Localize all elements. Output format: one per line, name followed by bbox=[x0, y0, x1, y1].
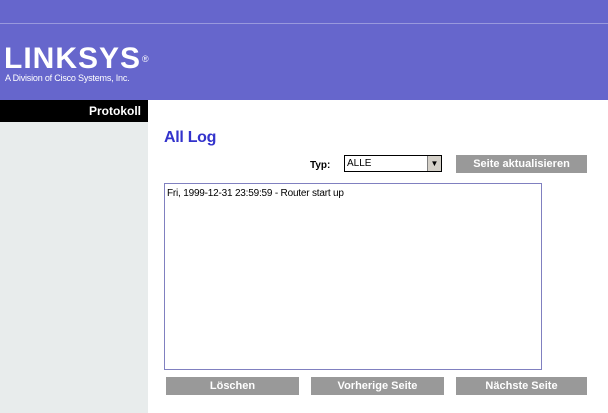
page-title: All Log bbox=[164, 129, 217, 146]
type-select[interactable]: ALLE ▼ bbox=[344, 155, 442, 172]
log-entry: Fri, 1999-12-31 23:59:59 - Router start … bbox=[167, 188, 344, 199]
type-label: Typ: bbox=[310, 160, 331, 171]
linksys-logo: LINKSYS® bbox=[4, 44, 150, 74]
refresh-page-button[interactable]: Seite aktualisieren bbox=[456, 155, 587, 173]
logo-registered-mark: ® bbox=[142, 54, 150, 64]
sidebar bbox=[0, 100, 148, 413]
previous-page-button[interactable]: Vorherige Seite bbox=[311, 377, 444, 395]
log-list[interactable]: Fri, 1999-12-31 23:59:59 - Router start … bbox=[164, 183, 542, 370]
logo-text: LINKSYS bbox=[4, 42, 142, 75]
sidebar-item-protokoll[interactable]: Protokoll bbox=[0, 100, 148, 122]
next-page-button[interactable]: Nächste Seite bbox=[456, 377, 587, 395]
clear-button[interactable]: Löschen bbox=[166, 377, 299, 395]
logo-subtitle: A Division of Cisco Systems, Inc. bbox=[5, 73, 130, 83]
header-divider bbox=[0, 23, 608, 24]
type-select-value: ALLE bbox=[347, 158, 372, 169]
chevron-down-icon[interactable]: ▼ bbox=[427, 156, 441, 171]
header-bar: LINKSYS® A Division of Cisco Systems, In… bbox=[0, 0, 608, 100]
